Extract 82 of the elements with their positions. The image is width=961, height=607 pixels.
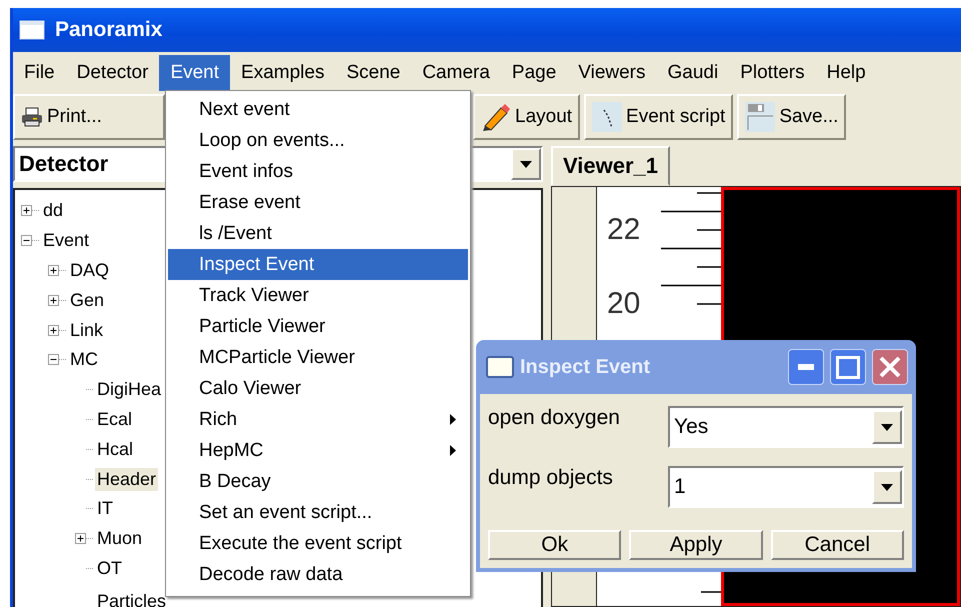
tree-item[interactable]: MC: [68, 348, 100, 372]
window-title: Panoramix: [55, 18, 162, 42]
submenu-arrow-icon: [450, 445, 456, 456]
menu-item[interactable]: ls /Event: [168, 218, 468, 249]
close-button[interactable]: [872, 349, 908, 385]
menu-item[interactable]: Scene: [335, 55, 412, 91]
tree-item[interactable]: IT: [95, 497, 115, 520]
menu-item[interactable]: Inspect Event: [168, 249, 468, 280]
menu-item[interactable]: Event infos: [168, 156, 468, 187]
menu-item[interactable]: Gaudi: [656, 55, 730, 91]
tree-item[interactable]: Gen: [68, 288, 106, 312]
menu-item[interactable]: Help: [816, 55, 877, 91]
menu-item[interactable]: Calo Viewer: [168, 373, 468, 404]
toolbar-button[interactable]: Layout: [473, 94, 580, 140]
menu-item[interactable]: Particle Viewer: [168, 311, 468, 342]
tree-item[interactable]: Particles: [95, 590, 168, 607]
tree-item[interactable]: Hcal: [95, 438, 136, 461]
save-icon: [745, 102, 776, 132]
field-label: open doxygen: [488, 405, 620, 430]
tree-item[interactable]: Muon: [95, 527, 144, 550]
dropdown-field[interactable]: Yes: [668, 406, 904, 448]
dropdown-arrow-icon: [881, 484, 893, 490]
dialog-button[interactable]: Ok: [488, 530, 622, 560]
tree-item[interactable]: DAQ: [68, 258, 112, 282]
menu-item[interactable]: Page: [500, 55, 568, 91]
maximize-button[interactable]: [830, 349, 866, 385]
menu-item[interactable]: Camera: [411, 55, 501, 91]
tree-item[interactable]: Link: [68, 318, 106, 342]
tree-expander-icon[interactable]: [48, 354, 59, 366]
dialog-button[interactable]: Apply: [629, 530, 763, 560]
menu-item[interactable]: MCParticle Viewer: [168, 342, 468, 373]
minimize-icon: [798, 364, 814, 370]
menu-item[interactable]: Execute the event script: [168, 528, 468, 559]
menu-item[interactable]: Examples: [230, 55, 336, 91]
tree-expander-icon[interactable]: [75, 533, 86, 544]
menu-item[interactable]: Event: [159, 55, 230, 91]
tree-item[interactable]: dd: [41, 199, 66, 222]
menu-item[interactable]: Next event: [168, 94, 468, 125]
tree-item[interactable]: Ecal: [95, 408, 134, 431]
menu-item[interactable]: Set an event script...: [168, 497, 468, 528]
toolbar-button[interactable]: Print...: [13, 94, 165, 140]
field-label: dump objects: [488, 465, 613, 490]
axis-label: 20: [607, 287, 640, 321]
tree-item[interactable]: DigiHea: [95, 378, 164, 402]
tree-expander-icon[interactable]: [48, 264, 59, 276]
window-icon: [19, 20, 45, 40]
dropdown-field[interactable]: 1: [668, 466, 904, 508]
tree-expander-icon[interactable]: [21, 205, 32, 216]
printer-icon: [21, 107, 43, 127]
toolbar-button[interactable]: Save...: [737, 94, 846, 140]
pencil-icon: [481, 102, 511, 132]
menu-item[interactable]: Viewers: [567, 55, 657, 91]
submenu-arrow-icon: [450, 414, 456, 425]
tree-item[interactable]: Event: [41, 229, 92, 252]
axis-tick-drawing: [701, 590, 721, 594]
axis-label: 22: [607, 213, 640, 247]
dialog-button[interactable]: Cancel: [770, 530, 904, 560]
tree-expander-icon[interactable]: [48, 294, 59, 306]
tree-item[interactable]: OT: [95, 556, 124, 580]
menu-item[interactable]: B Decay: [168, 466, 468, 497]
menu-item[interactable]: Plotters: [729, 55, 816, 91]
tree-expander-icon[interactable]: [21, 235, 32, 246]
maximize-icon: [836, 355, 860, 379]
menu-item[interactable]: Erase event: [168, 187, 468, 218]
menu-item[interactable]: Track Viewer: [168, 280, 468, 311]
dropdown-arrow-icon: [520, 160, 532, 168]
window-icon: [486, 356, 514, 378]
script-icon: [592, 102, 622, 132]
tree-item[interactable]: Header: [95, 468, 158, 491]
dropdown-arrow-icon: [881, 424, 893, 430]
viewer-tab[interactable]: Viewer_1: [551, 146, 670, 186]
tree-expander-icon[interactable]: [48, 324, 59, 336]
menu-item[interactable]: Detector: [66, 55, 160, 91]
menu-item[interactable]: Loop on events...: [168, 125, 468, 156]
close-icon: [879, 356, 901, 378]
dialog-title: Inspect Event: [520, 356, 650, 378]
minimize-button[interactable]: [788, 349, 824, 385]
toolbar-button[interactable]: Event script: [584, 94, 734, 140]
menu-item[interactable]: File: [13, 55, 66, 91]
menu-item[interactable]: Decode raw data: [168, 559, 468, 590]
menu-item[interactable]: HepMC: [168, 435, 468, 466]
menu-item[interactable]: Rich: [168, 404, 468, 435]
